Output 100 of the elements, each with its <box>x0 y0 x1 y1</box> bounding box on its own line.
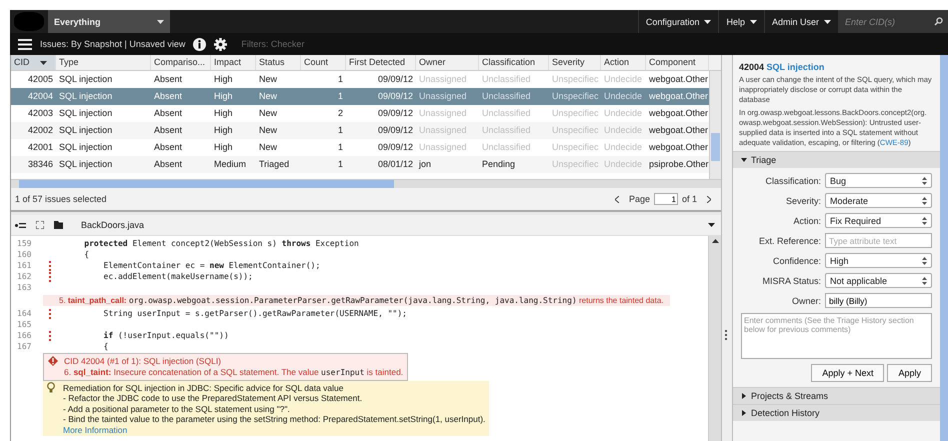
column-header[interactable]: Classification <box>479 55 549 70</box>
section-header[interactable]: Detection History <box>733 404 940 421</box>
settings-icon[interactable] <box>214 38 228 50</box>
column-header[interactable]: CID <box>11 55 56 70</box>
column-header[interactable]: First Detected <box>346 55 416 70</box>
event-marker <box>49 308 53 318</box>
expand-icon[interactable] <box>36 221 44 229</box>
table-cell: New <box>259 108 278 118</box>
table-cell: 09/09/12 <box>378 108 413 118</box>
dropdown[interactable]: Fix Required <box>825 213 932 228</box>
remediation-step: - Bind the tainted value to the parameter using the setString method: PreparedStatement.setString(1, userInput). <box>47 414 486 424</box>
field-label: Confidence: <box>772 256 821 266</box>
vertical-scrollbar[interactable] <box>708 236 721 441</box>
table-cell: New <box>259 74 278 84</box>
view-dropdown[interactable]: Everything <box>48 10 170 33</box>
search-input[interactable]: Enter CID(s) <box>843 16 934 28</box>
line-number: 166 <box>16 331 32 340</box>
table-cell: 09/09/12 <box>378 142 413 152</box>
table-row[interactable]: 42004 SQL injection Absent High New 1 09/09/12 Unassigned Unclassified Unspecifiec Undecide webgoat.Other <box>11 88 709 105</box>
lightbulb-icon <box>47 382 55 393</box>
column-header[interactable]: Status <box>256 55 301 70</box>
chevron-left-icon <box>614 196 619 202</box>
updown-icon <box>922 216 927 224</box>
apply-button[interactable]: Apply + Next <box>811 364 884 382</box>
vertical-scrollbar[interactable] <box>709 71 721 179</box>
scroll-up-icon[interactable] <box>712 239 718 243</box>
column-header[interactable]: Type <box>56 55 151 70</box>
column-header[interactable]: Count <box>301 55 346 70</box>
code-line: ElementContainer ec = new ElementContainer(); <box>102 261 320 270</box>
table-cell: Undecide <box>604 91 642 101</box>
line-number: 160 <box>16 250 32 259</box>
column-header[interactable]: Severity <box>549 55 601 70</box>
cid-search-field[interactable]: Enter CID(s) <box>838 10 948 33</box>
horizontal-scrollbar[interactable] <box>11 179 721 188</box>
table-cell: psiprobe.Other <box>649 159 709 169</box>
folder-icon[interactable] <box>54 221 63 229</box>
table-cell: New <box>259 142 278 152</box>
comments-field[interactable]: Enter comments (See the Triage History section below for previous comments) <box>741 313 932 359</box>
field-label: Action: <box>792 216 821 226</box>
table-cell: High <box>214 125 233 135</box>
table-row[interactable]: 38346 SQL injection Absent Medium Triaged 1 08/01/12 jon Pending Unspecifiec Undecide psiprobe.Other <box>11 156 709 173</box>
table-cell: Unspecifiec <box>552 142 599 152</box>
caret-icon <box>157 20 164 24</box>
table-cell: 1 <box>338 159 343 169</box>
section-header[interactable]: Triage <box>733 151 940 168</box>
code-line: protected Element concept2(WebSession s) throws Exception <box>83 239 359 248</box>
section-header[interactable]: Projects & Streams <box>733 387 940 404</box>
table-cell: SQL injection <box>59 74 112 84</box>
issue-type-link[interactable]: SQL injection <box>766 62 824 72</box>
column-header[interactable]: Compariso... <box>151 55 211 70</box>
table-cell: webgoat.Other <box>649 74 708 84</box>
dropdown[interactable]: Not applicable <box>825 273 932 288</box>
splitter-handle[interactable] <box>725 330 729 340</box>
table-cell: Unspecifiec <box>552 125 599 135</box>
table-cell: Unclassified <box>482 91 531 101</box>
caret-icon <box>708 223 715 227</box>
caret-icon <box>704 20 712 24</box>
table-cell: webgoat.Other <box>649 125 708 135</box>
menu-icon[interactable] <box>18 38 32 50</box>
dropdown[interactable]: Moderate <box>825 193 932 208</box>
column-header[interactable]: Owner <box>416 55 479 70</box>
vertical-scrollbar[interactable] <box>940 55 948 441</box>
code-line: { <box>83 250 90 259</box>
info-icon[interactable] <box>193 38 206 50</box>
page-field[interactable]: 1 <box>654 193 678 205</box>
table-cell: Unclassified <box>482 142 531 152</box>
text-field[interactable]: Type attribute text <box>825 233 932 248</box>
table-cell: SQL injection <box>59 108 112 118</box>
table-cell: Absent <box>154 159 182 169</box>
table-cell: SQL injection <box>59 142 112 152</box>
table-cell: 09/09/12 <box>378 91 413 101</box>
table-cell: New <box>259 91 278 101</box>
updown-icon <box>922 196 927 204</box>
table-cell: Unassigned <box>419 108 467 118</box>
apply-button[interactable]: Apply <box>887 364 932 382</box>
table-cell: webgoat.Other <box>649 108 708 118</box>
line-number: 161 <box>16 261 32 270</box>
issue-cid: 42004 <box>739 62 764 72</box>
column-header[interactable]: Impact <box>211 55 256 70</box>
table-cell: 1 <box>338 142 343 152</box>
column-header[interactable]: Component <box>646 55 709 70</box>
column-header[interactable]: Action <box>601 55 646 70</box>
more-information-link[interactable]: More Information <box>63 424 128 434</box>
issue-event: 6. sql_taint: Insecure concatenation of a SQL statement. The value userInput is tainted. <box>63 367 404 379</box>
table-cell: 42001 <box>28 142 53 152</box>
table-cell: Medium <box>214 159 246 169</box>
dropdown[interactable]: High <box>825 253 932 268</box>
table-row[interactable]: 42002 SQL injection Absent High New 1 09/09/12 Unassigned Unclassified Unspecifiec Undecide webgoat.Other <box>11 122 709 139</box>
table-cell: Absent <box>154 74 182 84</box>
table-cell: SQL injection <box>59 91 112 101</box>
remediation-step: - Refactor the JDBC code to use the PreparedStatement API versus Statement. <box>47 393 486 404</box>
text-field[interactable]: billy (Billy) <box>825 293 932 308</box>
view-title: Issues: By Snapshot | Unsaved view <box>40 39 186 49</box>
defect-icon <box>48 356 58 366</box>
dropdown[interactable]: Bug <box>825 173 932 188</box>
file-name: BackDoors.java <box>81 220 144 230</box>
list-icon[interactable] <box>15 222 26 228</box>
issue-title: CID 42004 (#1 of 1): SQL injection (SQLI) <box>64 356 222 366</box>
code-line: { <box>102 342 108 351</box>
table-cell: 42003 <box>28 108 53 118</box>
